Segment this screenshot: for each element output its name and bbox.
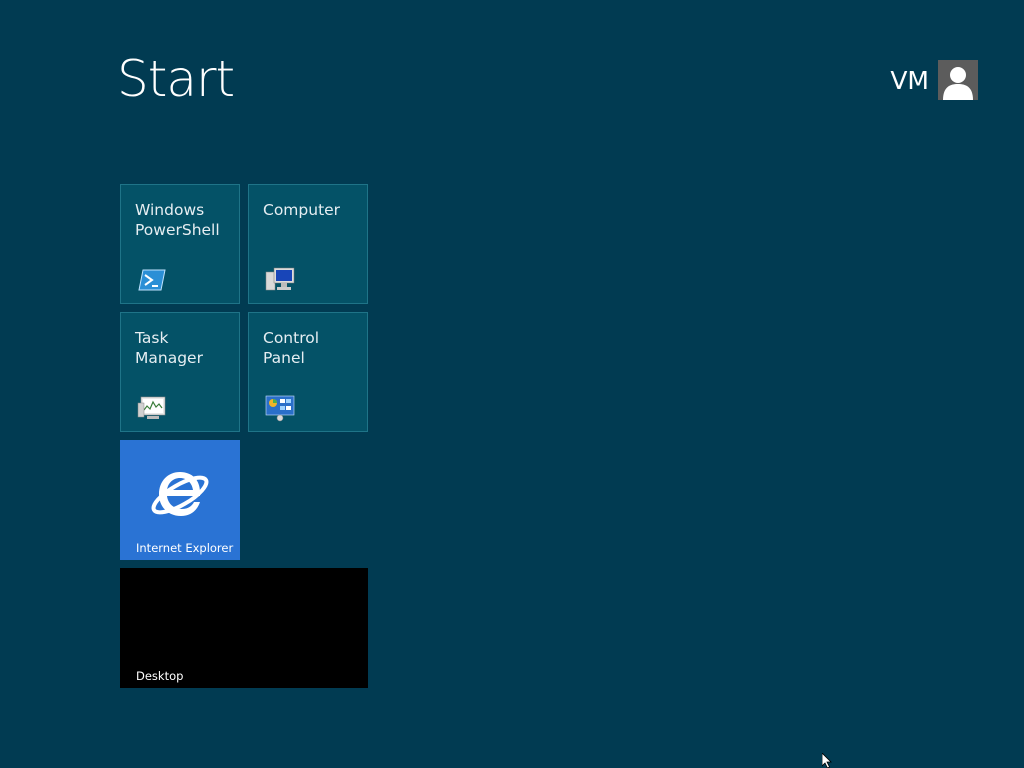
avatar — [938, 60, 978, 100]
tile-label: Control Panel — [263, 329, 320, 367]
tile-control-panel[interactable]: Control Panel — [248, 312, 368, 432]
tile-task-manager[interactable]: Task Manager — [120, 312, 240, 432]
tile-label: Internet Explorer — [136, 541, 234, 555]
tile-desktop[interactable]: Desktop — [120, 568, 368, 688]
user-silhouette-icon — [943, 67, 973, 100]
tile-computer[interactable]: Computer — [248, 184, 368, 304]
tile-windows-powershell[interactable]: Windows PowerShell — [120, 184, 240, 304]
user-name: VM — [890, 65, 929, 95]
internet-explorer-icon — [147, 462, 213, 528]
page-title: Start — [117, 50, 235, 108]
tile-label: Windows PowerShell — [135, 201, 220, 239]
mouse-cursor-icon — [821, 752, 834, 768]
tile-label: Desktop — [136, 669, 184, 683]
start-screen: Start VM Windows PowerShell Computer Tas… — [0, 0, 1024, 768]
user-account-button[interactable]: VM — [890, 60, 978, 100]
powershell-icon — [137, 266, 167, 294]
control-panel-icon — [265, 394, 295, 422]
tile-label: Computer — [263, 201, 341, 219]
tile-internet-explorer[interactable]: Internet Explorer — [120, 440, 240, 560]
task-manager-icon — [137, 394, 167, 422]
computer-icon — [265, 266, 295, 294]
tile-label: Task Manager — [135, 329, 203, 367]
